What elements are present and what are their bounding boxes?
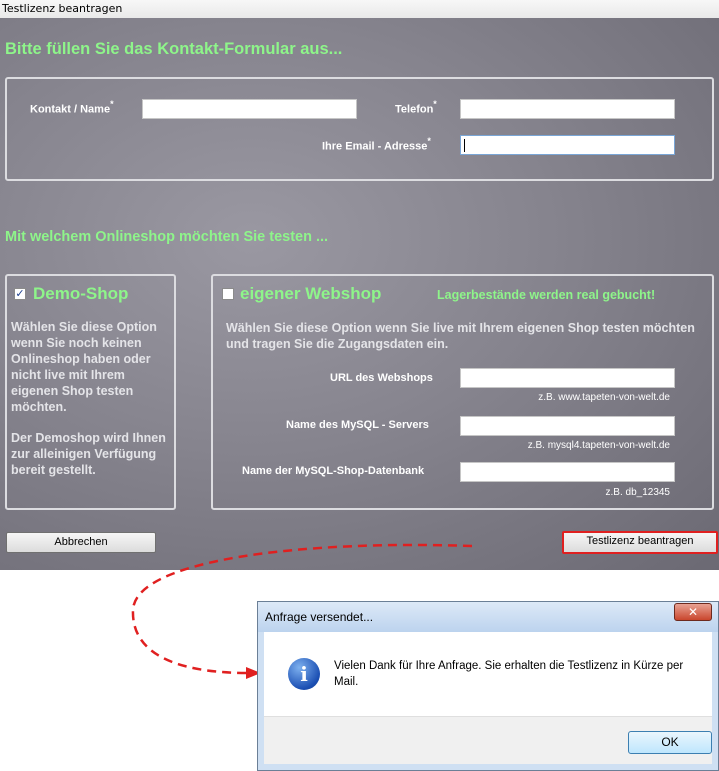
dialog-message: Vielen Dank für Ihre Anfrage. Sie erhalt… (334, 660, 684, 688)
close-icon[interactable]: ✕ (674, 603, 712, 621)
dialog-titlebar: Anfrage versendet... (258, 602, 718, 632)
dialog-body: i Vielen Dank für Ihre Anfrage. Sie erha… (264, 632, 712, 716)
dialog-title: Anfrage versendet... (265, 610, 374, 624)
ok-button[interactable]: OK (628, 731, 712, 754)
info-icon: i (288, 658, 320, 690)
dialog-footer: OK (264, 716, 712, 764)
confirmation-dialog: Anfrage versendet... ✕ i Vielen Dank für… (257, 601, 719, 771)
